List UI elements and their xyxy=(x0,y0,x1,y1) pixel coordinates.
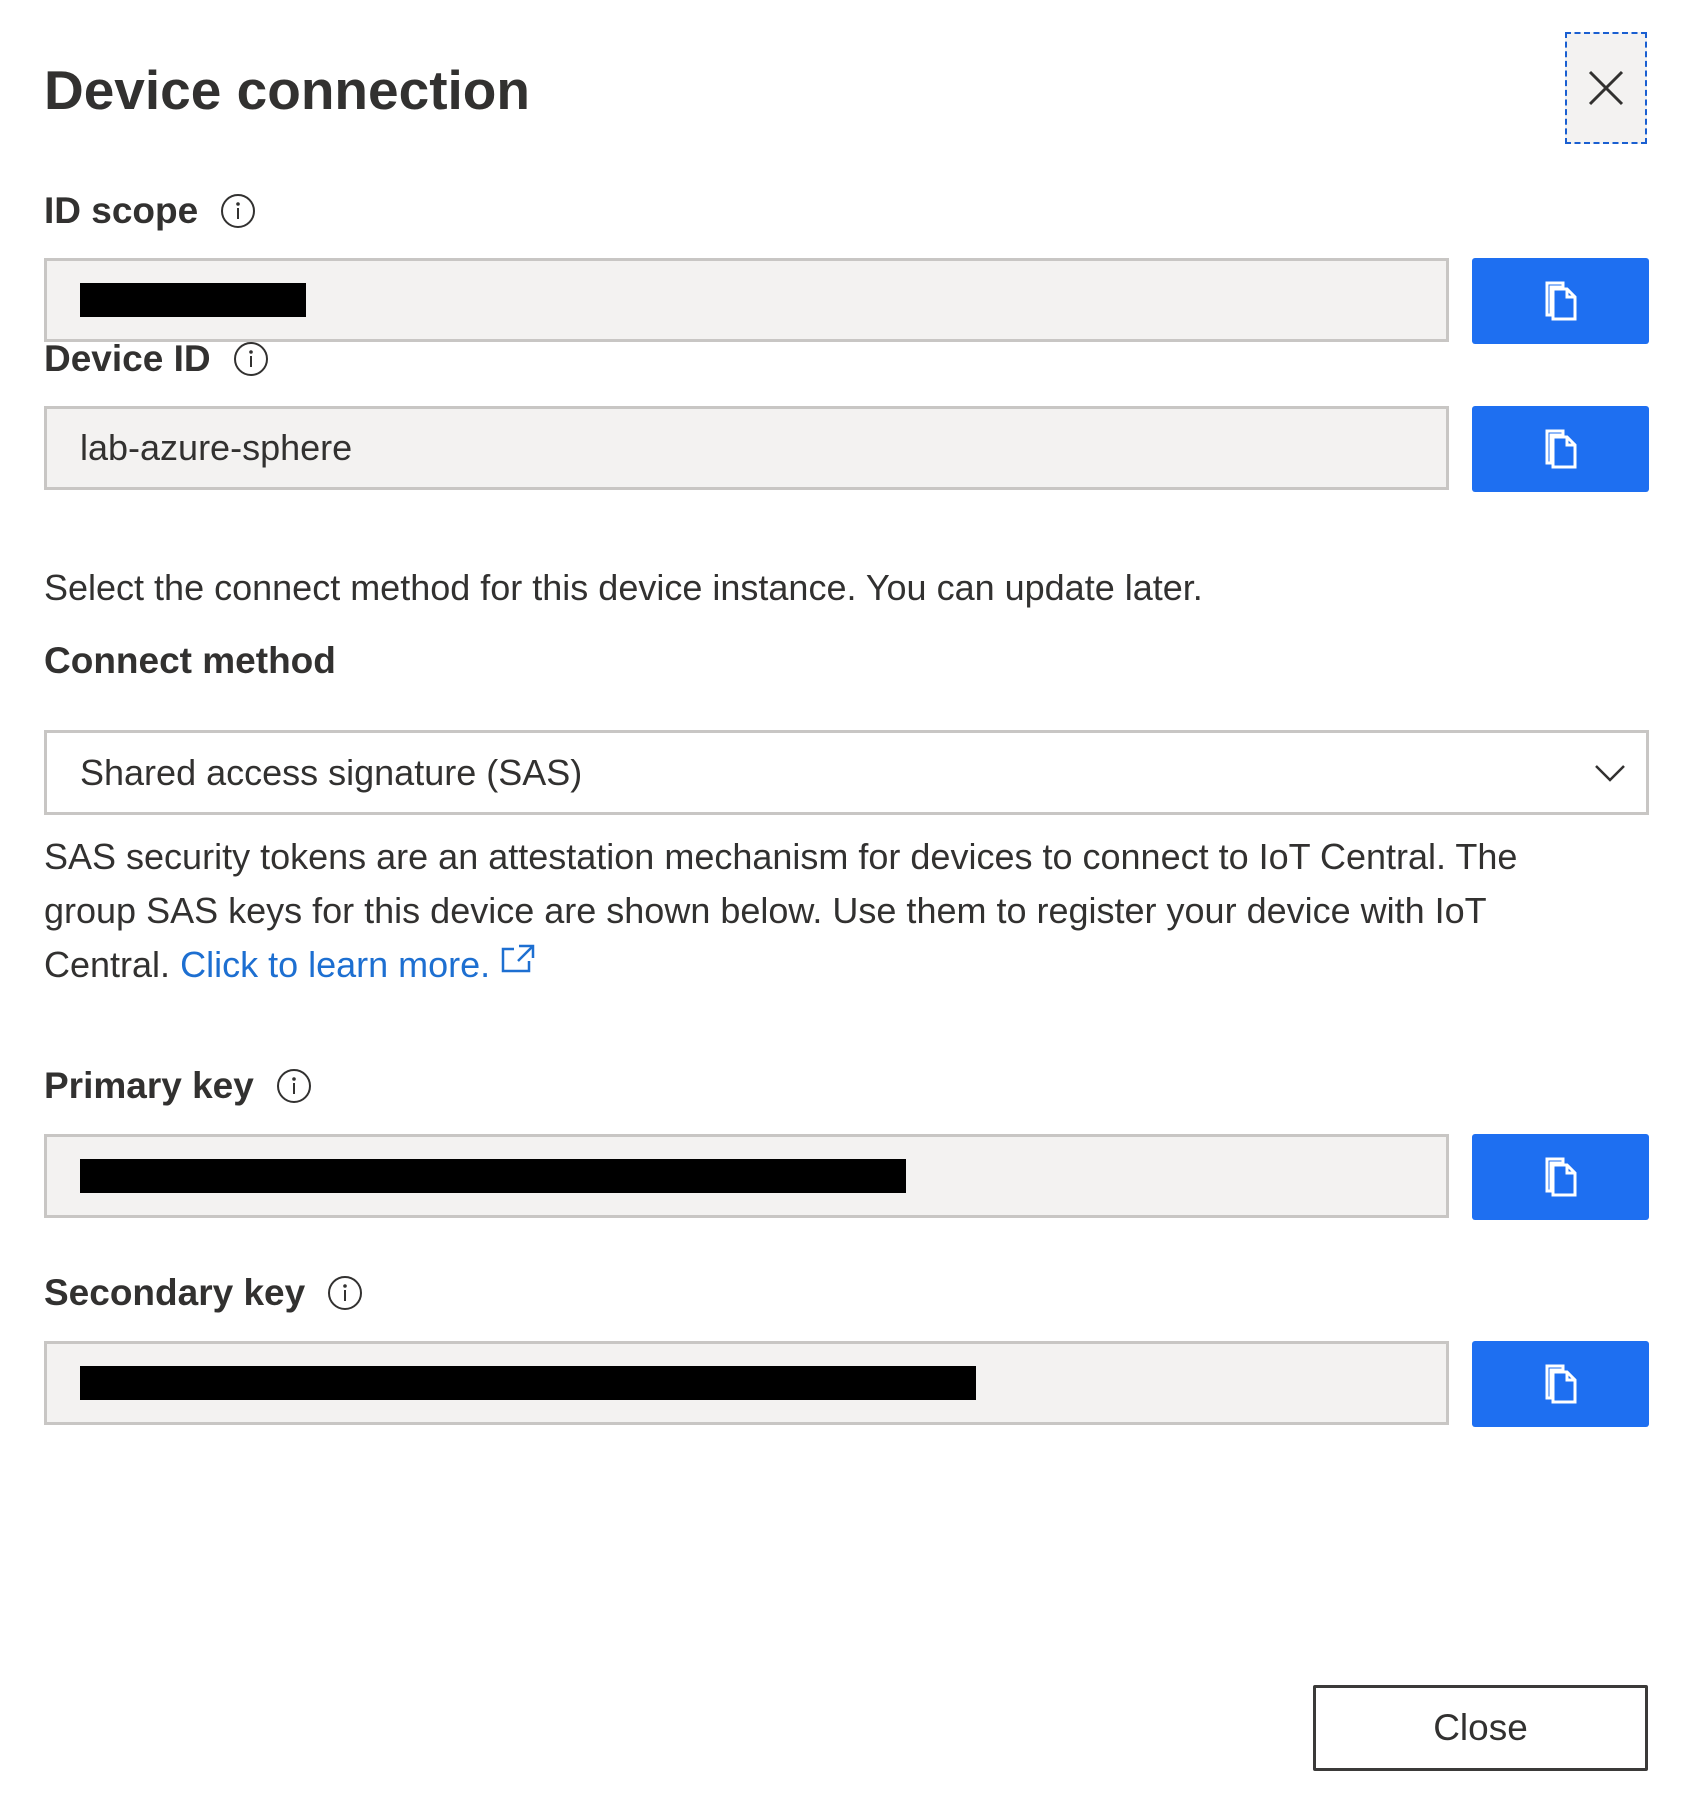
copy-device-id-button[interactable] xyxy=(1472,406,1649,492)
primary-key-label-row: Primary key xyxy=(44,1065,312,1107)
id-scope-label: ID scope xyxy=(44,190,199,231)
connect-method-label: Connect method xyxy=(44,640,336,682)
connect-method-hint: Select the connect method for this devic… xyxy=(44,567,1203,608)
copy-primary-key-button[interactable] xyxy=(1472,1134,1649,1220)
info-icon[interactable] xyxy=(233,341,269,377)
redaction-bar xyxy=(80,1159,906,1193)
copy-icon xyxy=(1545,429,1576,469)
info-icon[interactable] xyxy=(276,1068,312,1104)
info-icon[interactable] xyxy=(220,193,256,229)
primary-key-field[interactable] xyxy=(44,1134,1449,1218)
sas-description: SAS security tokens are an attestation m… xyxy=(44,830,1604,992)
device-id-field[interactable]: lab-azure-sphere xyxy=(44,406,1449,490)
device-connection-dialog: Device connection ID scope Device ID lab… xyxy=(0,0,1683,1803)
redaction-bar xyxy=(80,1366,976,1400)
secondary-key-label: Secondary key xyxy=(44,1272,306,1313)
copy-icon xyxy=(1545,1157,1576,1197)
device-id-value: lab-azure-sphere xyxy=(80,427,353,468)
dialog-close-button[interactable] xyxy=(1565,32,1647,144)
id-scope-label-row: ID scope xyxy=(44,190,256,232)
dialog-title: Device connection xyxy=(44,59,530,121)
copy-id-scope-button[interactable] xyxy=(1472,258,1649,344)
chevron-down-icon xyxy=(1595,765,1625,782)
close-button[interactable]: Close xyxy=(1313,1685,1648,1771)
redaction-bar xyxy=(80,283,306,317)
device-id-label: Device ID xyxy=(44,338,211,379)
copy-secondary-key-button[interactable] xyxy=(1472,1341,1649,1427)
info-icon[interactable] xyxy=(327,1275,363,1311)
secondary-key-label-row: Secondary key xyxy=(44,1272,363,1314)
secondary-key-field[interactable] xyxy=(44,1341,1449,1425)
device-id-label-row: Device ID xyxy=(44,338,269,380)
close-icon xyxy=(1588,70,1624,106)
copy-icon xyxy=(1545,281,1576,321)
connect-method-selected: Shared access signature (SAS) xyxy=(80,751,583,793)
connect-method-label-text: Connect method xyxy=(44,640,336,681)
learn-more-link[interactable]: Click to learn more. xyxy=(180,944,536,985)
connect-method-dropdown[interactable]: Shared access signature (SAS) xyxy=(44,730,1649,815)
external-link-icon xyxy=(501,944,535,973)
copy-icon xyxy=(1545,1364,1576,1404)
primary-key-label: Primary key xyxy=(44,1065,254,1106)
id-scope-field[interactable] xyxy=(44,258,1449,342)
